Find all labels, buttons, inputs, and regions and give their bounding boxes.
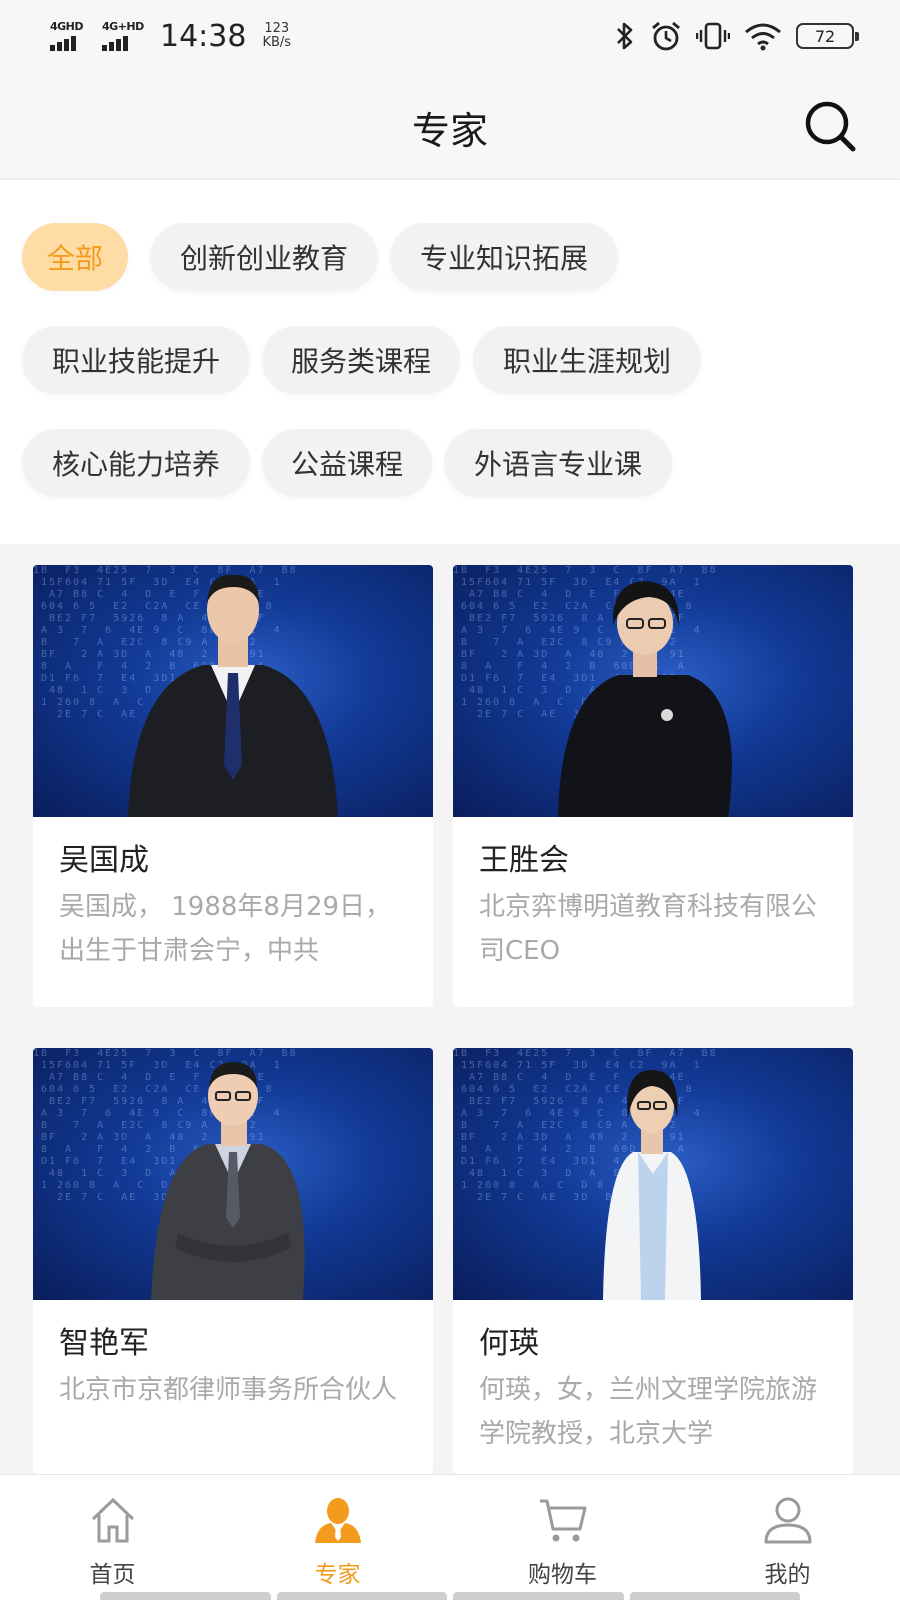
page-title: 专家: [411, 109, 488, 153]
status-left: 4GHD 4G+HD 14:38 123 KB/s: [50, 19, 291, 54]
nav-item-profile[interactable]: 我的: [675, 1475, 900, 1600]
alarm-icon: [652, 21, 680, 51]
wifi-icon: [745, 23, 781, 51]
expert-photo: 1B F3 4E25 7 3 C 8F A7 B8 15F604 71 5F 3…: [453, 1048, 853, 1300]
search-button[interactable]: [802, 98, 858, 154]
person-silhouette: [151, 1062, 305, 1300]
filter-chip-label: 外语言专业课: [473, 448, 642, 481]
vibrate-icon: [696, 22, 730, 50]
category-filters: 全部 创新创业教育 专业知识拓展 职业技能提升 服务类课程 职业生涯规划 核心能…: [0, 180, 900, 544]
bottom-nav: 首页 专家 购物车 我的: [0, 1474, 900, 1600]
status-right: 72: [614, 20, 859, 52]
card-body: 智艳军 北京市京都律师事务所合伙人: [33, 1300, 433, 1412]
expert-desc: 北京弈博明道教育科技有限公司CEO: [479, 892, 818, 966]
card-body: 何瑛 何瑛，女，兰州文理学院旅游学院教授，北京大学: [453, 1300, 853, 1456]
battery-level: 72: [814, 26, 836, 46]
search-icon: [805, 101, 856, 152]
speed-unit: KB/s: [262, 35, 292, 50]
filter-chip-label: 公益课程: [290, 448, 403, 481]
clock: 14:38: [160, 18, 247, 54]
gesture-bar: [0, 1592, 900, 1600]
filter-chip-label: 全部: [46, 242, 103, 275]
expert-card[interactable]: 1B F3 4E25 7 3 C 8F A7 B8 15F604 71 5F 3…: [453, 1048, 853, 1474]
network-speed: 123 KB/s: [262, 22, 291, 50]
expert-desc: 北京市京都律师事务所合伙人: [59, 1375, 398, 1405]
filter-chip-public[interactable]: 公益课程: [262, 429, 432, 497]
expert-icon: [311, 1493, 365, 1547]
filter-chip-service[interactable]: 服务类课程: [262, 326, 460, 394]
nav-item-expert[interactable]: 专家: [225, 1475, 450, 1600]
filter-chip-language[interactable]: 外语言专业课: [444, 429, 672, 497]
expert-desc: 何瑛，女，兰州文理学院旅游学院教授，北京大学: [479, 1375, 818, 1449]
person-silhouette: [128, 574, 338, 817]
nav-label: 购物车: [528, 1562, 597, 1588]
signal-1-label: 4GHD: [50, 20, 84, 33]
person-silhouette: [558, 581, 732, 817]
filter-chip-label: 服务类课程: [290, 345, 431, 378]
status-bar: 4GHD 4G+HD 14:38 123 KB/s 72: [0, 0, 900, 72]
bluetooth-icon: [617, 22, 633, 50]
cart-icon: [536, 1493, 590, 1547]
nav-item-home[interactable]: 首页: [0, 1475, 225, 1600]
expert-name: 王胜会: [479, 843, 569, 878]
title-bar: 专家: [0, 72, 900, 178]
expert-card[interactable]: 1B F3 4E25 7 3 C 8F A7 B8 15F604 71 5F 3…: [33, 1048, 433, 1474]
signal-bars-icon: [102, 35, 128, 51]
filter-chip-label: 专业知识拓展: [419, 242, 588, 275]
person-silhouette: [603, 1070, 701, 1300]
filter-chip-career[interactable]: 职业生涯规划: [473, 326, 701, 394]
filter-chip-all[interactable]: 全部: [22, 223, 128, 291]
filter-chip-label: 创新创业教育: [179, 242, 348, 275]
filter-chip-label: 职业技能提升: [51, 345, 220, 378]
filter-chip-skills[interactable]: 职业技能提升: [22, 326, 250, 394]
nav-item-cart[interactable]: 购物车: [450, 1475, 675, 1600]
expert-name: 吴国成: [59, 843, 149, 878]
filter-chip-knowledge[interactable]: 专业知识拓展: [390, 223, 618, 291]
signal-bars-icon: [50, 35, 76, 51]
expert-grid: 1B F3 4E25 7 3 C 8F A7 B8 15F604 71 5F 3…: [0, 544, 900, 1474]
nav-label: 专家: [314, 1562, 361, 1588]
home-icon: [86, 1493, 140, 1547]
filter-chip-core[interactable]: 核心能力培养: [22, 429, 250, 497]
expert-photo: 1B F3 4E25 7 3 C 8F A7 B8 15F604 71 5F 3…: [33, 1048, 433, 1300]
signal-1: 4GHD: [50, 21, 92, 51]
nav-label: 首页: [89, 1562, 136, 1588]
filter-chip-innovation[interactable]: 创新创业教育: [150, 223, 378, 291]
expert-name: 智艳军: [59, 1326, 149, 1361]
expert-card[interactable]: 1B F3 4E25 7 3 C 8F A7 B8 15F604 71 5F 3…: [453, 565, 853, 1007]
expert-photo: 1B F3 4E25 7 3 C 8F A7 B8 15F604 71 5F 3…: [33, 565, 433, 817]
nav-label: 我的: [764, 1562, 811, 1588]
card-body: 吴国成 吴国成， 1988年8月29日，出生于甘肃会宁，中共: [33, 817, 433, 973]
expert-desc: 吴国成， 1988年8月29日，出生于甘肃会宁，中共: [59, 892, 392, 966]
filter-chip-label: 职业生涯规划: [502, 345, 671, 378]
profile-icon: [761, 1493, 815, 1547]
speed-value: 123: [264, 21, 290, 36]
signal-2-label: 4G+HD: [102, 20, 144, 33]
signal-2: 4G+HD: [102, 21, 144, 51]
battery-icon: 72: [796, 23, 859, 49]
expert-name: 何瑛: [479, 1326, 539, 1361]
expert-photo: 1B F3 4E25 7 3 C 8F A7 B8 15F604 71 5F 3…: [453, 565, 853, 817]
expert-card[interactable]: 1B F3 4E25 7 3 C 8F A7 B8 15F604 71 5F 3…: [33, 565, 433, 1007]
filter-chip-label: 核心能力培养: [51, 448, 220, 481]
card-body: 王胜会 北京弈博明道教育科技有限公司CEO: [453, 817, 853, 973]
